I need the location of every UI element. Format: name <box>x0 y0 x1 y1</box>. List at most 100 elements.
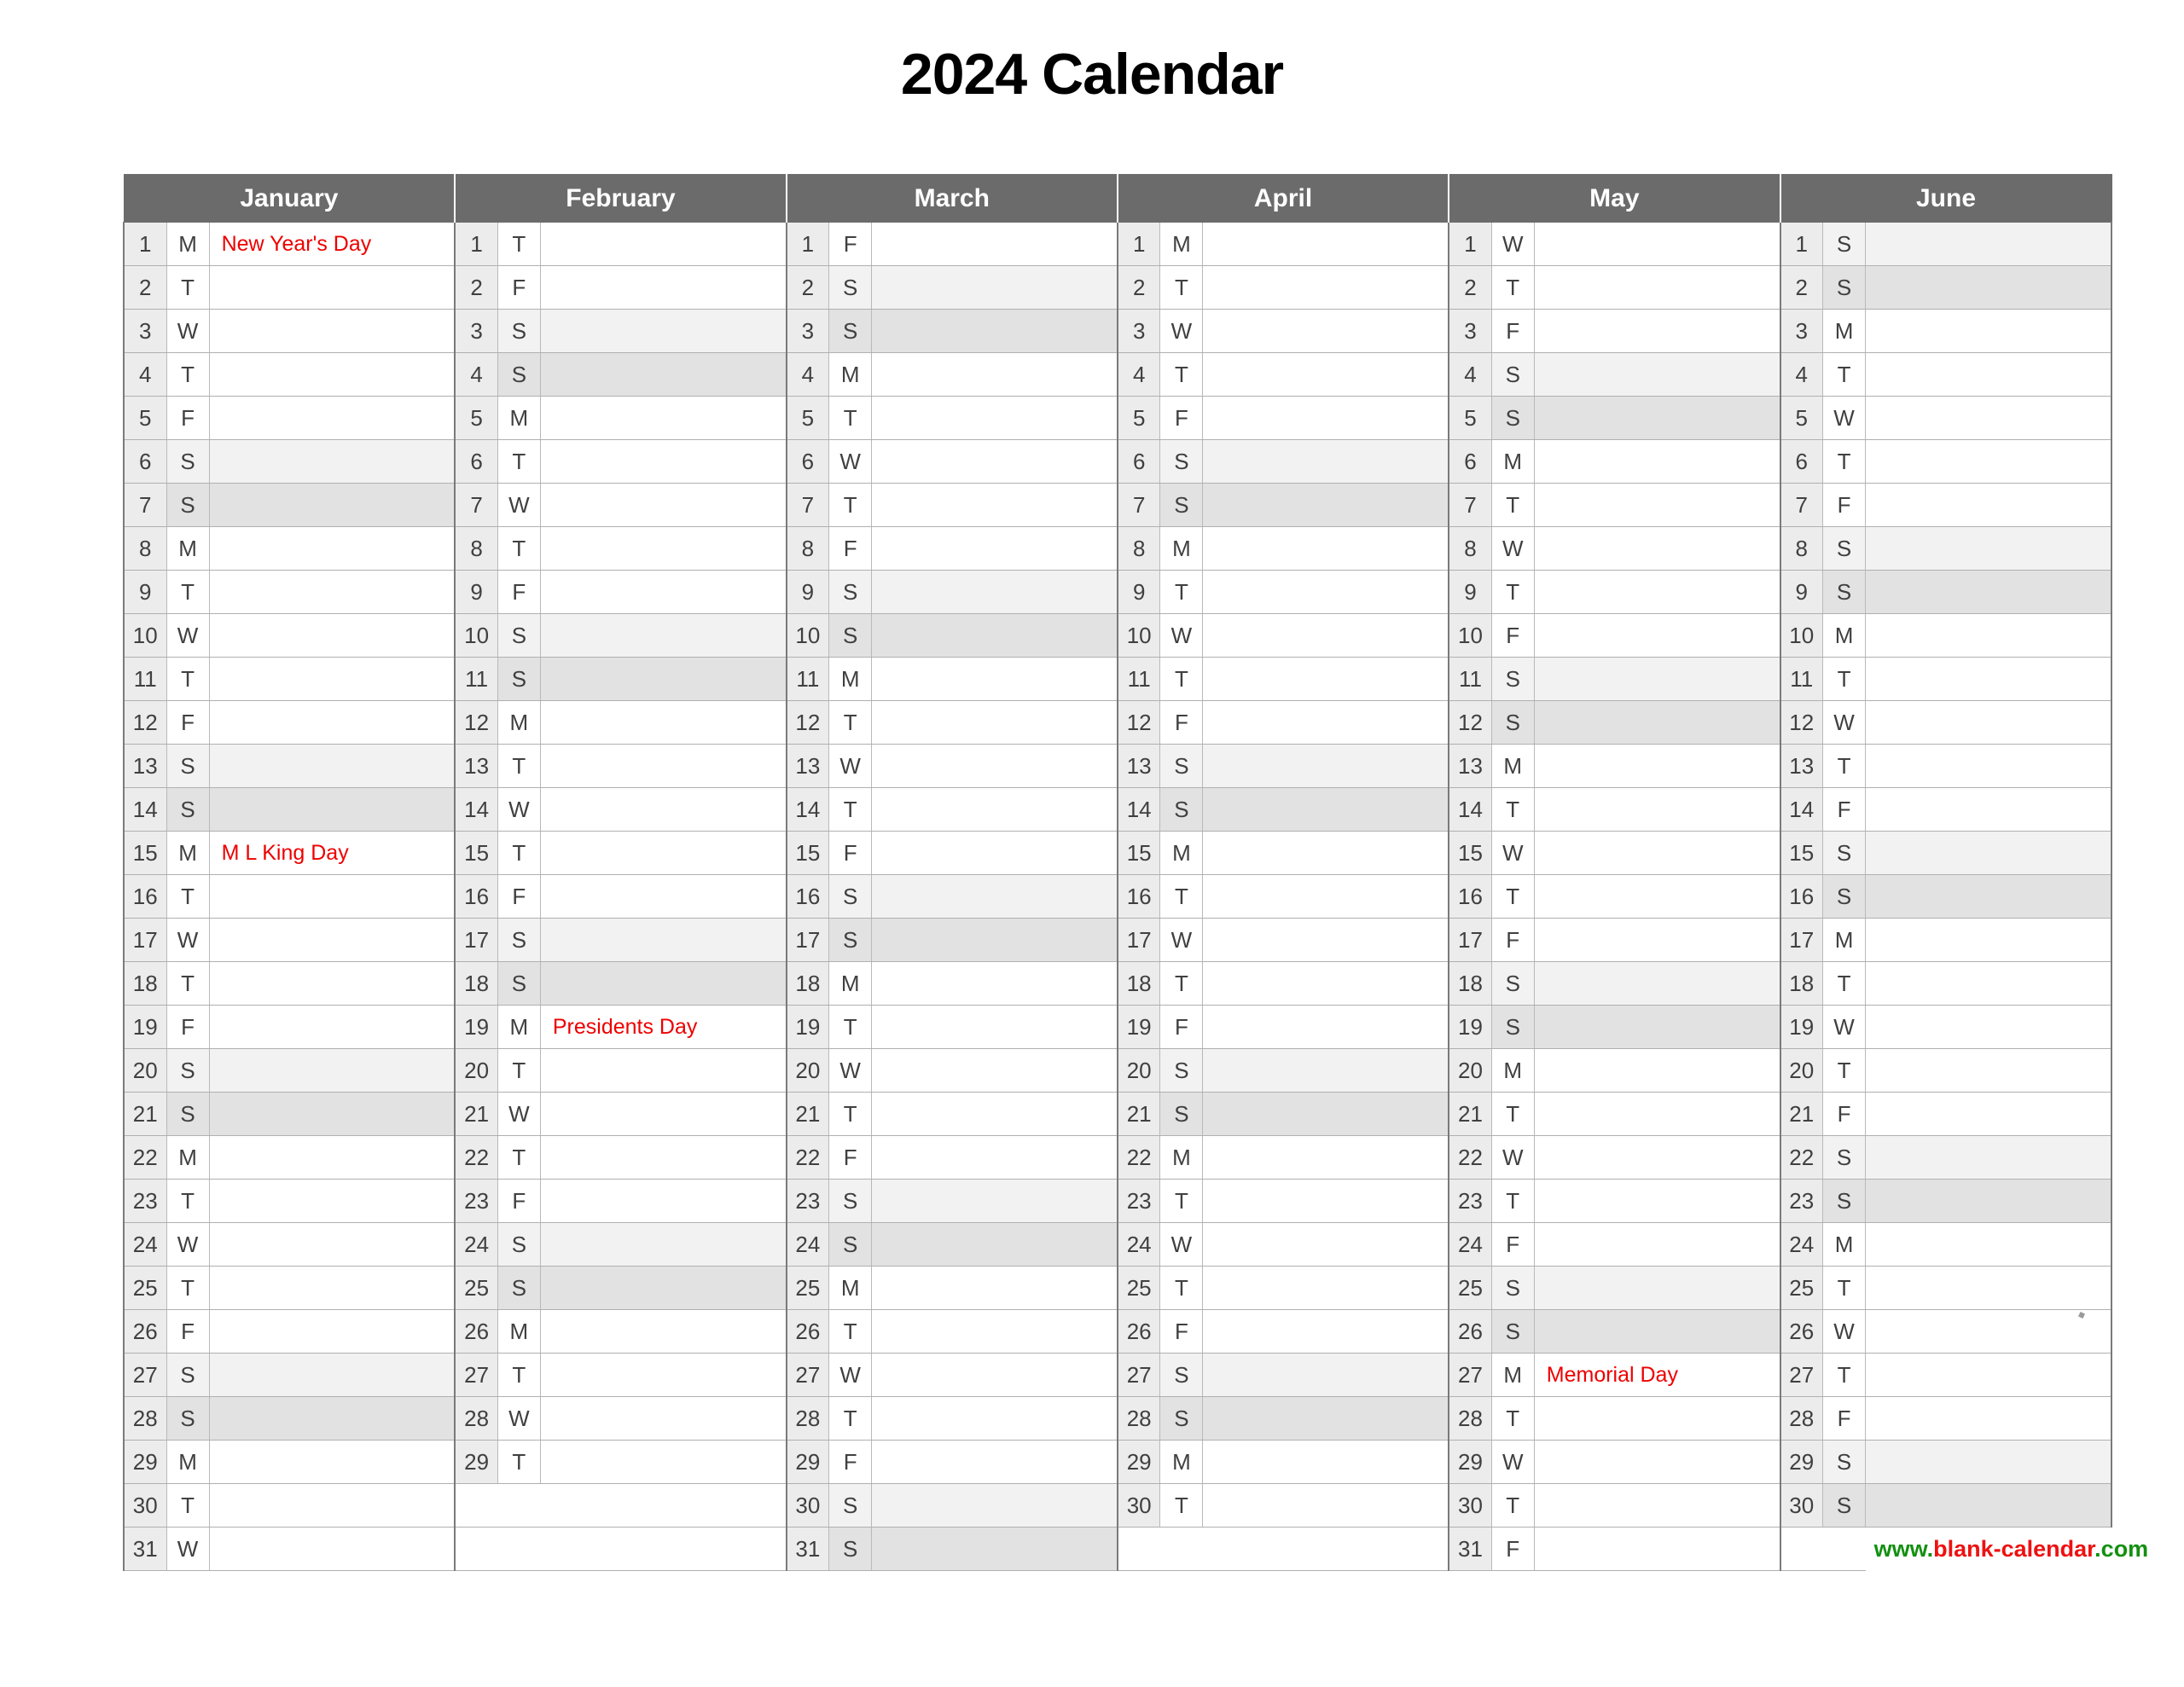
day-note-cell[interactable] <box>1202 1092 1450 1136</box>
day-note-cell[interactable] <box>539 396 787 440</box>
day-note-cell[interactable] <box>1865 352 2113 397</box>
day-note-cell[interactable] <box>1865 961 2113 1006</box>
day-note-cell[interactable] <box>871 657 1118 701</box>
day-note-cell[interactable] <box>208 874 456 919</box>
day-note-cell[interactable] <box>1865 1266 2113 1310</box>
day-note-cell[interactable] <box>1533 744 1781 788</box>
day-note-cell[interactable] <box>871 700 1118 745</box>
day-note-cell[interactable] <box>1533 570 1781 614</box>
day-note-cell[interactable] <box>208 700 456 745</box>
day-note-cell[interactable] <box>1865 439 2113 484</box>
day-note-cell[interactable] <box>208 1222 456 1267</box>
day-note-cell[interactable] <box>1865 831 2113 875</box>
day-note-cell[interactable] <box>871 874 1118 919</box>
day-note-cell[interactable] <box>208 1353 456 1397</box>
day-note-cell[interactable] <box>871 265 1118 310</box>
holiday-label[interactable]: Memorial Day <box>1533 1353 1781 1397</box>
day-note-cell[interactable] <box>208 1135 456 1180</box>
day-note-cell[interactable] <box>539 1222 787 1267</box>
day-note-cell[interactable] <box>539 874 787 919</box>
day-note-cell[interactable] <box>871 1266 1118 1310</box>
day-note-cell[interactable] <box>1202 1440 1450 1484</box>
day-note-cell[interactable] <box>1202 918 1450 962</box>
day-note-cell[interactable] <box>1865 483 2113 527</box>
day-note-cell[interactable] <box>1865 744 2113 788</box>
day-note-cell[interactable] <box>539 657 787 701</box>
day-note-cell[interactable] <box>539 744 787 788</box>
day-note-cell[interactable] <box>871 1396 1118 1441</box>
day-note-cell[interactable] <box>871 1222 1118 1267</box>
day-note-cell[interactable] <box>871 787 1118 832</box>
day-note-cell[interactable] <box>871 1005 1118 1049</box>
day-note-cell[interactable] <box>1865 1396 2113 1441</box>
day-note-cell[interactable] <box>1865 1179 2113 1223</box>
day-note-cell[interactable] <box>539 700 787 745</box>
day-note-cell[interactable] <box>1533 1266 1781 1310</box>
day-note-cell[interactable] <box>1202 787 1450 832</box>
day-note-cell[interactable] <box>539 1309 787 1354</box>
day-note-cell[interactable] <box>1533 874 1781 919</box>
day-note-cell[interactable] <box>1202 657 1450 701</box>
day-note-cell[interactable] <box>1202 1266 1450 1310</box>
day-note-cell[interactable] <box>1202 831 1450 875</box>
day-note-cell[interactable] <box>1865 1005 2113 1049</box>
day-note-cell[interactable] <box>871 439 1118 484</box>
day-note-cell[interactable] <box>871 1048 1118 1093</box>
day-note-cell[interactable] <box>1533 1179 1781 1223</box>
day-note-cell[interactable] <box>1865 657 2113 701</box>
day-note-cell[interactable] <box>1202 483 1450 527</box>
website-footer-link[interactable]: www.blank-calendar.com <box>1874 1536 2149 1562</box>
day-note-cell[interactable] <box>1533 439 1781 484</box>
day-note-cell[interactable] <box>1202 1135 1450 1180</box>
day-note-cell[interactable] <box>208 657 456 701</box>
day-note-cell[interactable] <box>1865 1309 2113 1354</box>
day-note-cell[interactable] <box>871 744 1118 788</box>
day-note-cell[interactable] <box>1533 961 1781 1006</box>
day-note-cell[interactable] <box>1865 918 2113 962</box>
day-note-cell[interactable] <box>1865 1483 2113 1528</box>
day-note-cell[interactable] <box>1533 657 1781 701</box>
day-note-cell[interactable] <box>1202 570 1450 614</box>
day-note-cell[interactable] <box>1533 1440 1781 1484</box>
day-note-cell[interactable] <box>1533 1222 1781 1267</box>
day-note-cell[interactable] <box>208 1048 456 1093</box>
day-note-cell[interactable] <box>1533 918 1781 962</box>
day-note-cell[interactable] <box>1865 222 2113 266</box>
day-note-cell[interactable] <box>208 1440 456 1484</box>
day-note-cell[interactable] <box>1865 526 2113 571</box>
day-note-cell[interactable] <box>1533 352 1781 397</box>
day-note-cell[interactable] <box>539 1135 787 1180</box>
day-note-cell[interactable] <box>208 918 456 962</box>
website-footer[interactable]: www.blank-calendar.com <box>1865 1527 2148 1571</box>
day-note-cell[interactable] <box>1202 352 1450 397</box>
day-note-cell[interactable] <box>539 352 787 397</box>
day-note-cell[interactable] <box>1865 1440 2113 1484</box>
day-note-cell[interactable] <box>871 613 1118 658</box>
day-note-cell[interactable] <box>871 1309 1118 1354</box>
day-note-cell[interactable] <box>1865 874 2113 919</box>
day-note-cell[interactable] <box>871 352 1118 397</box>
day-note-cell[interactable] <box>1865 1222 2113 1267</box>
day-note-cell[interactable] <box>208 1396 456 1441</box>
day-note-cell[interactable] <box>1533 1092 1781 1136</box>
day-note-cell[interactable] <box>208 1092 456 1136</box>
day-note-cell[interactable] <box>208 744 456 788</box>
day-note-cell[interactable] <box>871 918 1118 962</box>
day-note-cell[interactable] <box>539 1396 787 1441</box>
day-note-cell[interactable] <box>208 265 456 310</box>
day-note-cell[interactable] <box>539 1266 787 1310</box>
day-note-cell[interactable] <box>1533 831 1781 875</box>
day-note-cell[interactable] <box>208 396 456 440</box>
day-note-cell[interactable] <box>1865 1135 2113 1180</box>
day-note-cell[interactable] <box>871 961 1118 1006</box>
day-note-cell[interactable] <box>1865 787 2113 832</box>
day-note-cell[interactable] <box>871 483 1118 527</box>
day-note-cell[interactable] <box>1533 1135 1781 1180</box>
day-note-cell[interactable] <box>539 439 787 484</box>
day-note-cell[interactable] <box>871 1135 1118 1180</box>
day-note-cell[interactable] <box>871 222 1118 266</box>
day-note-cell[interactable] <box>871 1179 1118 1223</box>
day-note-cell[interactable] <box>1533 1005 1781 1049</box>
day-note-cell[interactable] <box>539 1092 787 1136</box>
day-note-cell[interactable] <box>1202 874 1450 919</box>
